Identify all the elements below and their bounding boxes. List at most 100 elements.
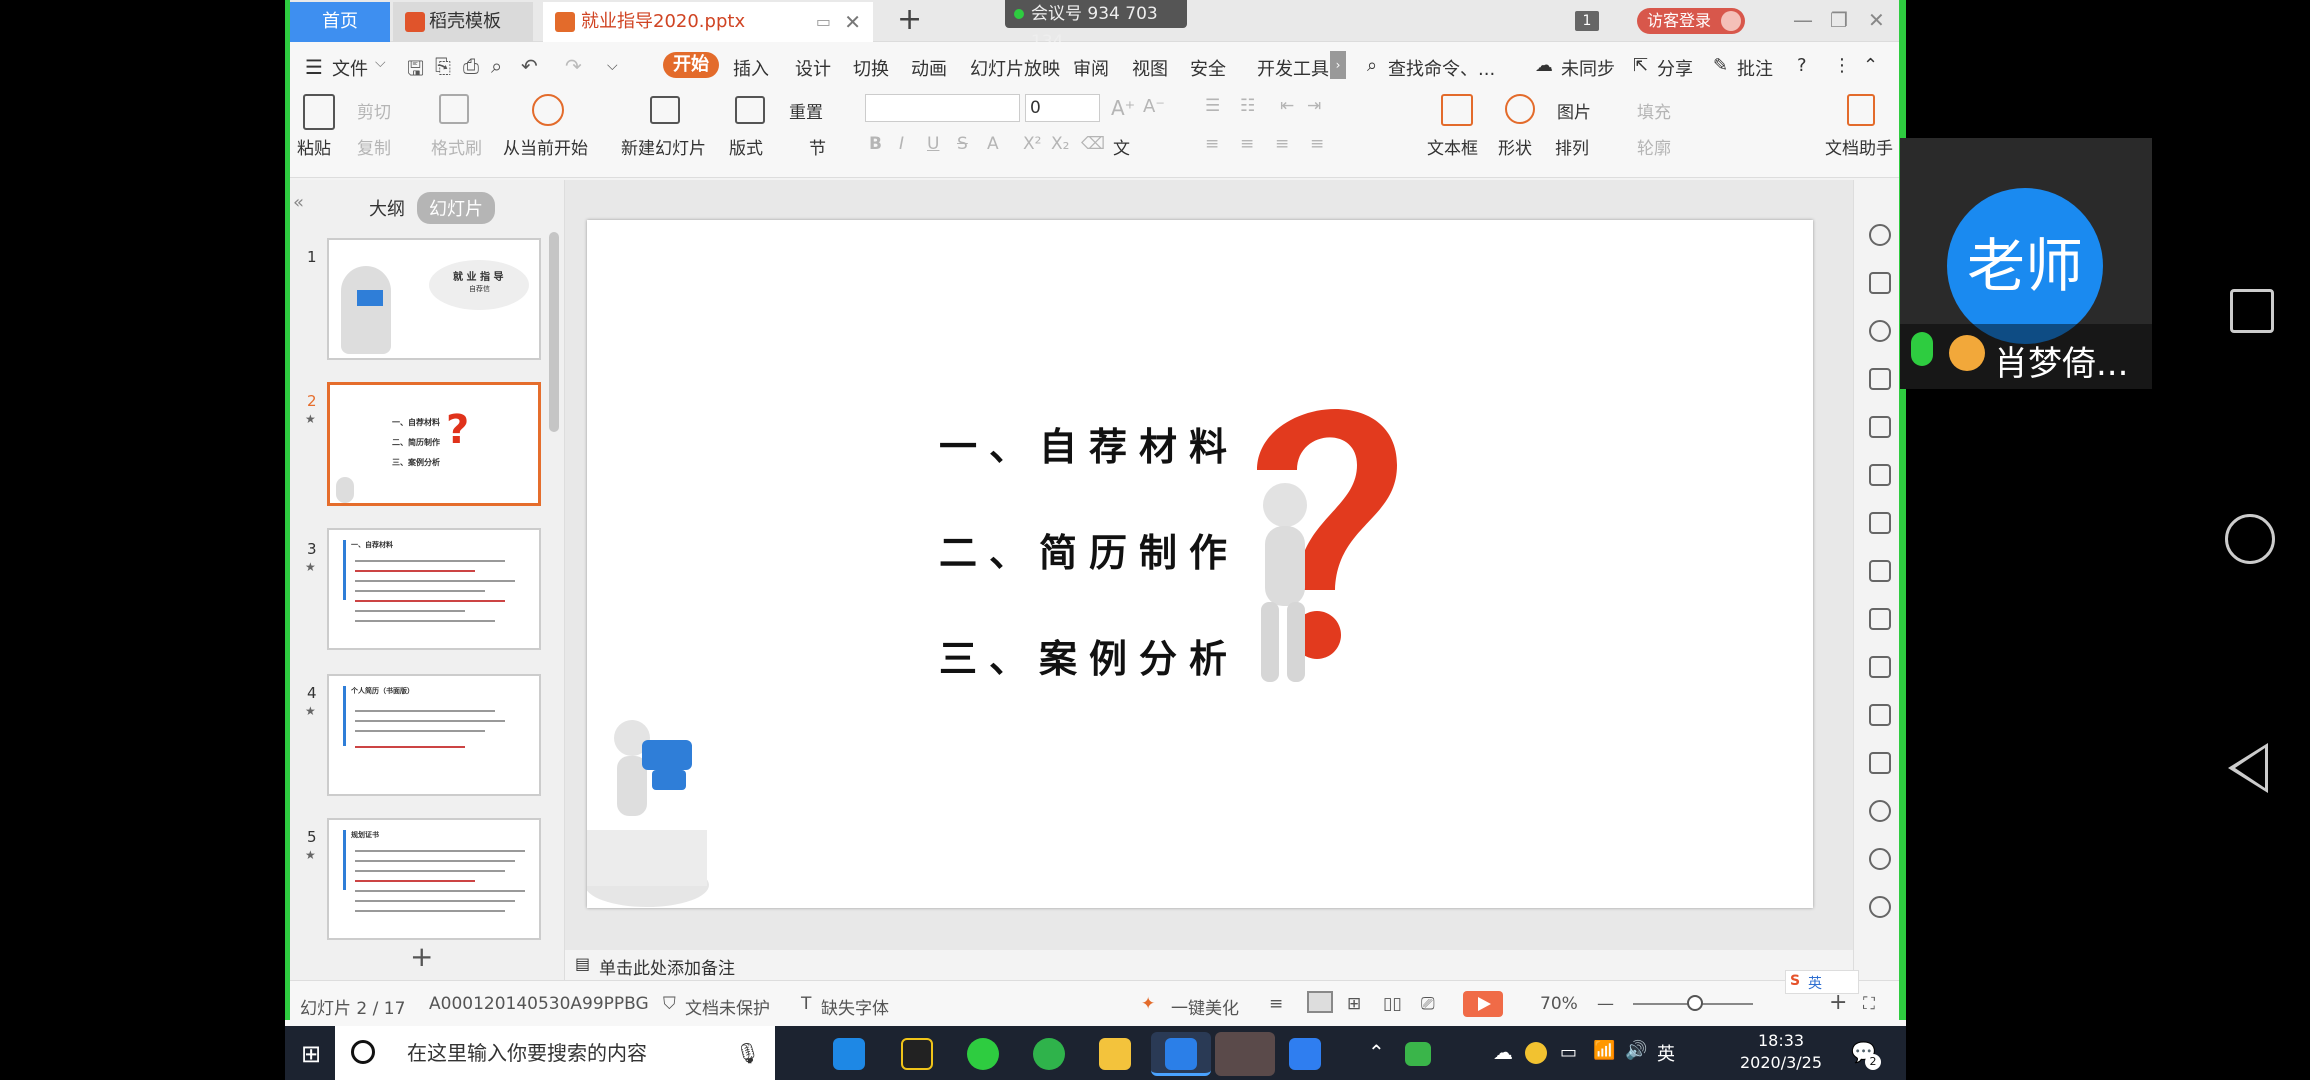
history-icon[interactable]: [1869, 848, 1891, 870]
justify-icon[interactable]: ≡: [1310, 134, 1324, 154]
volume-icon[interactable]: 🔊: [1625, 1040, 1647, 1061]
minimize-icon[interactable]: —: [1793, 0, 1813, 40]
menu-start[interactable]: 开始: [663, 52, 719, 78]
play-store-icon[interactable]: [1405, 1042, 1431, 1066]
pin-icon[interactable]: [1869, 224, 1891, 246]
play-slideshow-button[interactable]: [1463, 991, 1503, 1017]
close-tab-icon[interactable]: ✕: [844, 2, 861, 42]
battery-icon[interactable]: ▭: [1560, 1042, 1577, 1063]
chinese-layout-icon[interactable]: 文: [1113, 134, 1130, 159]
slide-item-3[interactable]: 三、案例分析: [939, 628, 1239, 683]
tray-app-icon[interactable]: [1525, 1042, 1547, 1064]
help-circle-icon[interactable]: [1869, 896, 1891, 918]
zoom-slider-handle[interactable]: [1687, 995, 1703, 1011]
meeting-app-icon[interactable]: [1289, 1038, 1321, 1070]
fit-window-icon[interactable]: ⛶: [1863, 994, 1875, 1014]
clear-format-icon[interactable]: ⌫: [1081, 134, 1105, 154]
taskbar-search[interactable]: 在这里输入你要搜索的内容 🎙: [335, 1026, 775, 1080]
cloud-icon[interactable]: ☁: [1493, 1040, 1513, 1064]
sync-status[interactable]: 未同步: [1561, 55, 1615, 81]
reset-button[interactable]: 重置: [789, 98, 823, 123]
reading-view-icon[interactable]: ▯▯: [1383, 994, 1402, 1014]
wechat-icon[interactable]: [967, 1038, 999, 1070]
wifi-icon[interactable]: 📶: [1593, 1040, 1615, 1061]
align-right-icon[interactable]: ≡: [1275, 134, 1289, 154]
wps-presentation-taskbar-item[interactable]: [1215, 1032, 1275, 1076]
collapse-panel-icon[interactable]: «: [293, 192, 304, 213]
microphone-icon[interactable]: 🎙: [735, 1026, 760, 1080]
thumbnail-scrollbar[interactable]: [549, 232, 559, 432]
new-tab-button[interactable]: +: [897, 0, 922, 40]
help-icon[interactable]: ?: [1797, 55, 1807, 76]
align-center-icon[interactable]: ≡: [1240, 134, 1254, 154]
export-pdf-icon[interactable]: ⎘: [435, 54, 451, 78]
command-search[interactable]: 查找命令、...: [1388, 55, 1495, 81]
hamburger-icon[interactable]: ☰: [305, 55, 323, 79]
edge-browser-icon[interactable]: [833, 1038, 865, 1070]
tab-home[interactable]: 首页: [290, 2, 390, 42]
shape-tool-icon[interactable]: [1869, 368, 1891, 390]
new-slide-button[interactable]: 新建幻灯片: [621, 134, 706, 159]
zoom-level[interactable]: 70%: [1540, 994, 1578, 1014]
ime-toolbar[interactable]: S 英: [1785, 970, 1859, 994]
text-box-icon[interactable]: [1441, 94, 1473, 126]
format-painter-icon[interactable]: [439, 94, 469, 124]
section-button[interactable]: 节: [809, 134, 826, 159]
ime-language[interactable]: 英: [1657, 1040, 1675, 1066]
outline-button[interactable]: 轮廓: [1637, 134, 1671, 159]
slide-thumbnail-2[interactable]: 一、自荐材料 二、简历制作 三、案例分析 ?: [327, 382, 541, 506]
decrease-indent-icon[interactable]: ⇤: [1280, 96, 1294, 116]
layout-icon[interactable]: [735, 96, 765, 124]
location-icon[interactable]: [1869, 320, 1891, 342]
arrange-button[interactable]: 排列: [1555, 134, 1589, 159]
more-options-icon[interactable]: ⋮: [1833, 55, 1851, 76]
restore-icon[interactable]: ❐: [1830, 0, 1848, 40]
print-preview-icon[interactable]: ⌕: [491, 54, 502, 78]
shape-button[interactable]: 形状: [1498, 134, 1532, 159]
beautify-button[interactable]: 一键美化: [1171, 994, 1239, 1019]
menu-animation[interactable]: 动画: [911, 55, 947, 81]
slide-thumbnail-1[interactable]: 就 业 指 导 自荐信: [327, 238, 541, 360]
presenter-view-icon[interactable]: ⎚: [1421, 994, 1435, 1014]
slide-item-1[interactable]: 一、自荐材料: [939, 416, 1239, 471]
collapse-ribbon-icon[interactable]: ⌃: [1863, 55, 1878, 76]
menu-insert[interactable]: 插入: [733, 55, 769, 81]
menu-view[interactable]: 视图: [1132, 55, 1168, 81]
cut-button[interactable]: 剪切: [357, 98, 391, 123]
tab-template[interactable]: 稻壳模板: [393, 2, 533, 42]
archive-icon[interactable]: [1869, 656, 1891, 678]
numbered-list-icon[interactable]: ☷: [1240, 96, 1255, 116]
subscript-icon[interactable]: X₂: [1051, 134, 1069, 154]
window-mode-icon[interactable]: ▭: [816, 2, 831, 42]
slide-item-2[interactable]: 二、简历制作: [939, 522, 1239, 577]
font-family-select[interactable]: [865, 94, 1020, 122]
show-hidden-icons-icon[interactable]: ⌃: [1368, 1040, 1385, 1064]
doc-assistant-icon[interactable]: [1847, 94, 1875, 126]
slide-thumbnail-3[interactable]: 一、自荐材料: [327, 528, 541, 650]
share-button[interactable]: 分享: [1657, 55, 1693, 81]
tab-slides[interactable]: 幻灯片: [417, 192, 495, 224]
menu-slideshow[interactable]: 幻灯片放映: [970, 55, 1060, 81]
document-protect-status[interactable]: 文档未保护: [685, 994, 770, 1019]
audio-icon[interactable]: [1869, 752, 1891, 774]
image-icon[interactable]: [1869, 704, 1891, 726]
notes-toggle-icon[interactable]: ≡: [1269, 994, 1283, 1014]
menu-review[interactable]: 审阅: [1073, 55, 1109, 81]
current-slide[interactable]: 一、自荐材料 二、简历制作 三、案例分析: [587, 220, 1813, 908]
menu-transition[interactable]: 切换: [853, 55, 889, 81]
taskbar-clock[interactable]: 18:33 2020/3/25: [1740, 1030, 1822, 1074]
align-left-icon[interactable]: ≡: [1205, 134, 1219, 154]
bullet-list-icon[interactable]: ☰: [1205, 96, 1220, 116]
menu-developer-tools[interactable]: 开发工具: [1257, 55, 1329, 81]
paste-button[interactable]: 粘贴: [297, 134, 331, 159]
search-icon[interactable]: ⌕: [1367, 55, 1377, 76]
font-size-select[interactable]: 0: [1025, 94, 1100, 122]
tab-outline[interactable]: 大纲: [369, 195, 405, 221]
home-button[interactable]: [2225, 514, 2275, 564]
picture-gallery-icon[interactable]: [1869, 560, 1891, 582]
back-button[interactable]: [2228, 743, 2268, 793]
decrease-font-icon[interactable]: A⁻: [1143, 96, 1165, 117]
layout-button[interactable]: 版式: [729, 134, 763, 159]
normal-view-icon[interactable]: [1307, 991, 1333, 1013]
increase-font-icon[interactable]: A⁺: [1111, 96, 1135, 120]
